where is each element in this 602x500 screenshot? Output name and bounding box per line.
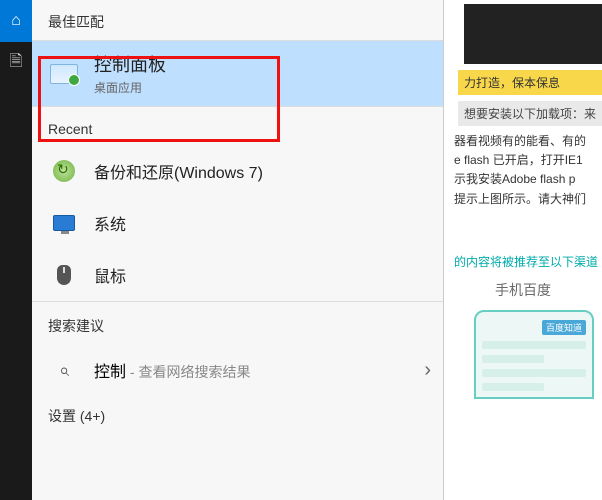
search-icon: ⌕ bbox=[48, 354, 80, 386]
bg-text-line: 示我安装Adobe flash p bbox=[444, 170, 602, 189]
start-search-panel: 最佳匹配 控制面板 桌面应用 Recent 备份和还原(Windows 7) 系… bbox=[32, 0, 444, 500]
chevron-right-icon: › bbox=[424, 359, 431, 382]
recent-system[interactable]: 系统 bbox=[32, 197, 443, 249]
web-search-suggestion[interactable]: ⌕ 控制 - 查看网络搜索结果 › bbox=[32, 344, 443, 396]
background-webpage: 力打造，保本保息 想要安装以下加载项：来 器看视频有的能看、有的 e flash… bbox=[444, 0, 602, 500]
rail-doc-icon[interactable]: 🗎 bbox=[0, 42, 32, 84]
window-left-rail: ⌂ 🗎 bbox=[0, 0, 32, 500]
bg-text-line: e flash 已开启，打开IE1 bbox=[444, 151, 602, 170]
bg-grey-infobar: 想要安装以下加载项：来 bbox=[458, 101, 602, 126]
bg-teal-link: 的内容将被推荐至以下渠道 bbox=[444, 249, 602, 274]
recent-item-label: 鼠标 bbox=[94, 263, 126, 287]
result-control-panel[interactable]: 控制面板 桌面应用 bbox=[32, 41, 443, 106]
bg-dark-thumb bbox=[464, 4, 602, 64]
recent-backup-restore[interactable]: 备份和还原(Windows 7) bbox=[32, 145, 443, 197]
recent-item-label: 备份和还原(Windows 7) bbox=[94, 159, 263, 183]
suggestion-text: 控制 - 查看网络搜索结果 bbox=[94, 358, 250, 382]
bg-text-line: 提示上图所示。请大神们 bbox=[444, 190, 602, 209]
system-icon bbox=[48, 207, 80, 239]
result-subtitle: 桌面应用 bbox=[94, 79, 166, 96]
mouse-icon bbox=[48, 259, 80, 291]
bg-text-line: 器看视频有的能看、有的 bbox=[444, 132, 602, 151]
recent-mouse[interactable]: 鼠标 bbox=[32, 249, 443, 301]
result-title: 控制面板 bbox=[94, 51, 166, 77]
section-recent: Recent bbox=[32, 106, 443, 145]
section-best-match: 最佳匹配 bbox=[32, 0, 443, 41]
control-panel-icon bbox=[48, 58, 80, 90]
bg-phone-title: 手机百度 bbox=[444, 280, 602, 300]
backup-restore-icon bbox=[48, 155, 80, 187]
section-suggestions: 搜索建议 bbox=[32, 301, 443, 344]
rail-home-icon[interactable]: ⌂ bbox=[0, 0, 32, 42]
settings-more[interactable]: 设置 (4+) bbox=[32, 396, 443, 436]
bg-yellow-banner: 力打造，保本保息 bbox=[458, 70, 602, 95]
bg-phone-mock: 百度知道 bbox=[474, 310, 594, 399]
recent-item-label: 系统 bbox=[94, 211, 126, 235]
